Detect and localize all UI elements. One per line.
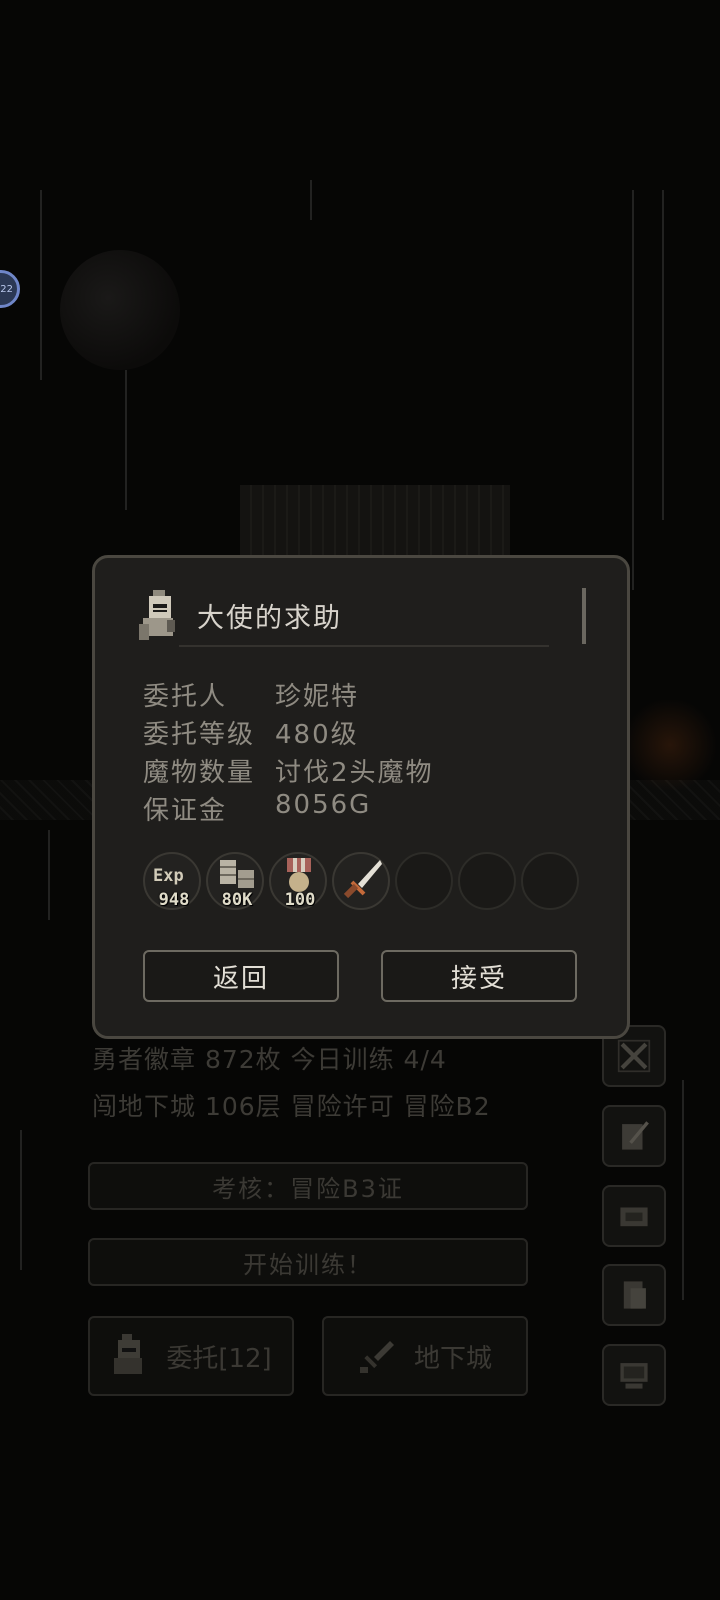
reward-slot-empty [521,852,579,910]
detail-value: 珍妮特 [275,682,360,712]
quill-scroll-icon [622,1121,649,1150]
detail-label: 保证金 [143,796,228,826]
sword-icon [359,1341,394,1373]
back-button-label: 返回 [212,963,269,994]
coins-icon [220,860,254,888]
game-screen: 22 勇者徽章 872枚 今日训练 4/4 闯地下城 106层 冒险许可 冒险B… [0,0,720,1600]
book-icon [623,1281,646,1309]
detail-value: 480级 [275,720,359,750]
rain-streak [310,180,312,220]
house-roof [240,485,510,555]
detail-label: 委托人 [143,682,228,712]
side-button-computer[interactable] [602,1344,666,1406]
reward-count: 80K [221,890,253,910]
crossed-swords-icon [617,1039,651,1073]
reward-slot-coins[interactable]: 80K [206,852,264,910]
exam-button[interactable]: 考核：冒险B3证 [88,1162,528,1210]
start-training-button[interactable]: 开始训练！ [88,1238,528,1286]
dialog-header: 大使的求助 [137,590,587,650]
reward-slot-sword[interactable] [332,852,390,910]
rain-streak [682,1080,684,1300]
notification-count: 22 [0,283,13,295]
accept-button[interactable]: 接受 [381,950,577,1002]
start-training-label: 开始训练！ [243,1250,373,1279]
accept-button-label: 接受 [450,963,507,994]
reward-slot-empty [395,852,453,910]
detail-label: 魔物数量 [143,758,256,788]
rain-streak [40,190,42,380]
panel-status-line-1: 勇者徽章 872枚 今日训练 4/4 [92,1045,447,1074]
title-divider [179,645,549,647]
side-button-book[interactable] [602,1264,666,1326]
detail-value: 讨伐2头魔物 [275,758,434,788]
rain-streak [632,190,634,590]
detail-value: 8056G [275,790,372,820]
map-scroll-icon [620,1207,648,1227]
scrollbar-thumb[interactable] [582,588,586,644]
side-button-quest[interactable] [602,1105,666,1167]
quest-title: 大使的求助 [197,603,342,634]
reward-slot-medal[interactable]: 100 [269,852,327,910]
computer-icon [620,1363,648,1389]
back-button[interactable]: 返回 [143,950,339,1002]
exam-button-label: 考核：冒险B3证 [212,1174,404,1203]
dungeon-button-label: 地下城 [413,1343,492,1374]
rain-streak [662,190,664,520]
rain-streak [20,1130,22,1270]
reward-slot-empty [458,852,516,910]
moon [60,250,180,370]
side-button-map[interactable] [602,1185,666,1247]
medal-icon [287,858,311,892]
sword-icon [343,860,382,899]
lantern-glow [620,700,720,790]
detail-label: 委托等级 [143,720,256,750]
commission-button-label: 委托[12] [166,1343,272,1374]
knight-helmet-icon [139,590,175,640]
exp-icon: Exp [153,866,184,886]
rain-streak [48,830,50,920]
quest-dialog: 大使的求助 委托人 珍妮特 委托等级 480级 魔物数量 讨伐2头魔物 保证金 … [92,555,630,1039]
panel-status-line-2: 闯地下城 106层 冒险许可 冒险B2 [92,1092,491,1121]
dungeon-button[interactable]: 地下城 [322,1316,528,1396]
rain-streak [125,370,127,510]
commission-button[interactable]: 委托[12] [88,1316,294,1396]
reward-count: 948 [158,890,190,910]
knight-helmet-icon [114,1334,143,1374]
reward-slot-exp[interactable]: Exp 948 [143,852,201,910]
reward-count: 100 [284,890,316,910]
